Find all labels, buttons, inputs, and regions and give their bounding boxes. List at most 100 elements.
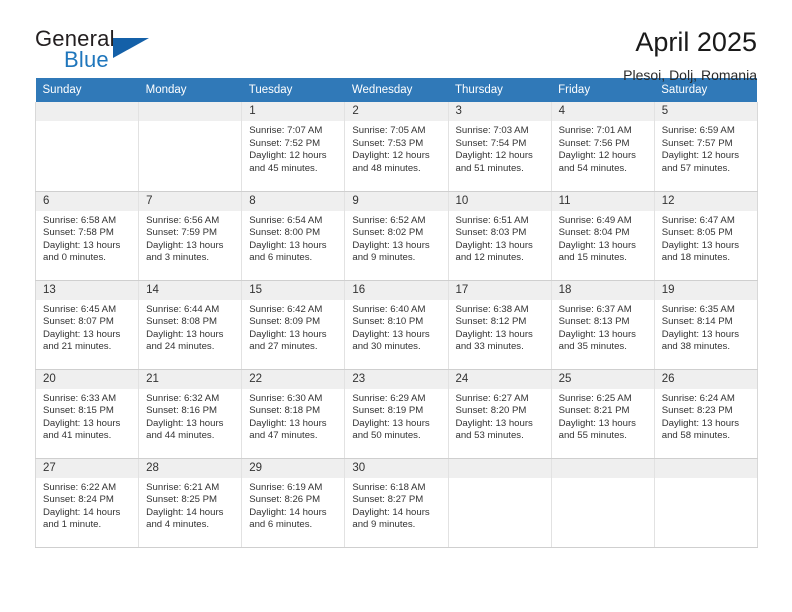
calendar-day-cell[interactable]: 6 Sunrise: 6:58 AM Sunset: 7:58 PM Daylight… — [34, 191, 140, 281]
day-detail-line: Sunset: 8:13 PM — [558, 316, 630, 328]
day-detail-line: and 57 minutes. — [661, 162, 731, 174]
day-details: Sunrise: 7:07 AM Sunset: 7:52 PM Daylight:… — [242, 121, 344, 175]
calendar-day-cell[interactable]: 14 Sunrise: 6:44 AM Sunset: 8:08 PM Dayligh… — [138, 280, 243, 370]
day-detail-line: Daylight: 13 hours — [146, 239, 224, 251]
day-detail-line: Sunset: 8:20 PM — [455, 405, 527, 417]
calendar-day-cell[interactable]: 30 Sunrise: 6:18 AM Sunset: 8:27 PM Dayligh… — [344, 458, 449, 548]
day-detail-line: and 18 minutes. — [661, 252, 731, 264]
calendar-day-cell[interactable]: 16 Sunrise: 6:40 AM Sunset: 8:10 PM Dayligh… — [344, 280, 449, 370]
calendar-day-cell[interactable]: 19 Sunrise: 6:35 AM Sunset: 8:14 PM Dayligh… — [653, 280, 758, 370]
day-detail-line: Daylight: 13 hours — [455, 417, 533, 429]
calendar-day-cell[interactable]: 23 Sunrise: 6:29 AM Sunset: 8:19 PM Dayligh… — [344, 369, 449, 459]
day-detail-line: and 35 minutes. — [558, 341, 627, 353]
calendar-day-cell[interactable]: 22 Sunrise: 6:30 AM Sunset: 8:18 PM Dayligh… — [241, 369, 346, 459]
day-cell-inner: 16 Sunrise: 6:40 AM Sunset: 8:10 PM Dayligh… — [345, 280, 448, 369]
calendar-day-cell[interactable]: 5 Sunrise: 6:59 AM Sunset: 7:57 PM Daylight… — [653, 102, 758, 192]
calendar-day-cell[interactable]: 3 Sunrise: 7:03 AM Sunset: 7:54 PM Daylight… — [447, 102, 552, 192]
calendar-day-cell[interactable]: 17 Sunrise: 6:38 AM Sunset: 8:12 PM Dayligh… — [447, 280, 552, 370]
day-detail-line: Sunset: 8:14 PM — [661, 316, 733, 328]
calendar-cell-empty — [550, 458, 655, 548]
calendar-table: Sunday Monday Tuesday Wednesday Thursday Frid… — [34, 78, 758, 548]
day-detail-line: and 47 minutes. — [249, 430, 318, 442]
day-number: 5 — [654, 102, 757, 121]
day-detail-line: Sunrise: 7:03 AM — [455, 125, 529, 136]
calendar-week-row: 20 Sunrise: 6:33 AM Sunset: 8:15 PM Dayligh… — [34, 369, 758, 459]
day-number: 1 — [242, 102, 345, 121]
day-detail-line: and 51 minutes. — [455, 162, 524, 174]
day-detail-line: Sunset: 7:56 PM — [558, 137, 630, 149]
day-number: 18 — [551, 280, 654, 300]
day-detail-line: Sunrise: 6:40 AM — [352, 303, 426, 315]
day-cell-inner: 25 Sunrise: 6:25 AM Sunset: 8:21 PM Dayligh… — [551, 369, 654, 458]
calendar-day-cell[interactable]: 29 Sunrise: 6:19 AM Sunset: 8:26 PM Dayligh… — [241, 458, 346, 548]
calendar-day-cell[interactable]: 18 Sunrise: 6:37 AM Sunset: 8:13 PM Dayligh… — [550, 280, 655, 370]
day-detail-line: and 33 minutes. — [455, 341, 524, 353]
calendar-cell-empty — [34, 102, 140, 192]
calendar-day-cell[interactable]: 20 Sunrise: 6:33 AM Sunset: 8:15 PM Dayligh… — [34, 369, 140, 459]
day-detail-line: Sunrise: 6:45 AM — [43, 303, 117, 315]
day-detail-line: Sunrise: 7:07 AM — [249, 125, 323, 136]
calendar-day-cell[interactable]: 15 Sunrise: 6:42 AM Sunset: 8:09 PM Dayligh… — [241, 280, 346, 370]
day-detail-line: Sunset: 8:23 PM — [661, 405, 733, 417]
calendar-day-cell[interactable]: 13 Sunrise: 6:45 AM Sunset: 8:07 PM Dayligh… — [34, 280, 140, 370]
day-number: 8 — [242, 191, 345, 211]
calendar-day-cell[interactable]: 7 Sunrise: 6:56 AM Sunset: 7:59 PM Daylight… — [138, 191, 243, 281]
day-detail-line: Daylight: 12 hours — [455, 150, 533, 162]
calendar-day-cell[interactable]: 24 Sunrise: 6:27 AM Sunset: 8:20 PM Dayligh… — [447, 369, 552, 459]
day-cell-inner: 13 Sunrise: 6:45 AM Sunset: 8:07 PM Dayligh… — [36, 280, 139, 369]
day-number: 11 — [551, 191, 654, 211]
day-details — [655, 478, 757, 482]
day-detail-line: and 58 minutes. — [661, 430, 731, 442]
day-detail-line: Daylight: 14 hours — [43, 506, 121, 518]
day-cell-inner: 11 Sunrise: 6:49 AM Sunset: 8:04 PM Dayligh… — [551, 191, 654, 280]
calendar-day-cell[interactable]: 2 Sunrise: 7:05 AM Sunset: 7:53 PM Daylight… — [344, 102, 449, 192]
calendar-day-cell[interactable]: 11 Sunrise: 6:49 AM Sunset: 8:04 PM Dayligh… — [550, 191, 655, 281]
day-detail-line: Sunset: 8:05 PM — [661, 227, 733, 239]
day-cell-inner: 26 Sunrise: 6:24 AM Sunset: 8:23 PM Dayligh… — [654, 369, 757, 458]
day-detail-line: Sunrise: 6:47 AM — [661, 214, 735, 226]
day-number: 3 — [448, 102, 551, 121]
location-subtitle: Plesoi, Dolj, Romania — [623, 66, 757, 83]
calendar-day-cell[interactable]: 26 Sunrise: 6:24 AM Sunset: 8:23 PM Dayligh… — [653, 369, 758, 459]
calendar-day-cell[interactable]: 27 Sunrise: 6:22 AM Sunset: 8:24 PM Dayligh… — [34, 458, 140, 548]
day-detail-line: and 44 minutes. — [146, 430, 215, 442]
day-cell-inner: 21 Sunrise: 6:32 AM Sunset: 8:16 PM Dayligh… — [139, 369, 242, 458]
day-number — [551, 458, 654, 478]
day-detail-line: Sunrise: 6:22 AM — [43, 481, 117, 493]
calendar-day-cell[interactable]: 10 Sunrise: 6:51 AM Sunset: 8:03 PM Dayligh… — [447, 191, 552, 281]
day-details — [36, 121, 138, 125]
day-cell-inner: 12 Sunrise: 6:47 AM Sunset: 8:05 PM Dayligh… — [654, 191, 757, 280]
calendar-day-cell[interactable]: 21 Sunrise: 6:32 AM Sunset: 8:16 PM Dayligh… — [138, 369, 243, 459]
day-number: 24 — [448, 369, 551, 389]
day-detail-line: Sunrise: 6:25 AM — [558, 392, 632, 404]
day-detail-line: Sunset: 7:53 PM — [352, 137, 424, 149]
calendar-day-cell[interactable]: 1 Sunrise: 7:07 AM Sunset: 7:52 PM Daylight… — [241, 102, 346, 192]
calendar-day-cell[interactable]: 9 Sunrise: 6:52 AM Sunset: 8:02 PM Daylight… — [344, 191, 449, 281]
day-details: Sunrise: 6:38 AM Sunset: 8:12 PM Daylight:… — [449, 300, 551, 354]
day-detail-line: Sunset: 8:26 PM — [249, 494, 321, 506]
day-detail-line: Daylight: 13 hours — [455, 328, 533, 340]
day-number: 30 — [345, 458, 448, 478]
day-detail-line: and 9 minutes. — [352, 519, 416, 531]
day-details: Sunrise: 6:37 AM Sunset: 8:13 PM Daylight:… — [552, 300, 654, 354]
day-cell-inner: 30 Sunrise: 6:18 AM Sunset: 8:27 PM Dayligh… — [345, 458, 448, 547]
day-detail-line: Sunset: 8:08 PM — [146, 316, 218, 328]
day-detail-line: Sunset: 8:18 PM — [249, 405, 321, 417]
calendar-day-cell[interactable]: 25 Sunrise: 6:25 AM Sunset: 8:21 PM Dayligh… — [550, 369, 655, 459]
day-detail-line: and 27 minutes. — [249, 341, 318, 353]
calendar-day-cell[interactable]: 28 Sunrise: 6:21 AM Sunset: 8:25 PM Dayligh… — [138, 458, 243, 548]
day-number — [654, 458, 757, 478]
calendar-day-cell[interactable]: 8 Sunrise: 6:54 AM Sunset: 8:00 PM Daylight… — [241, 191, 346, 281]
day-detail-line: Sunrise: 6:27 AM — [455, 392, 529, 404]
day-number: 20 — [36, 369, 139, 389]
day-cell-inner: 1 Sunrise: 7:07 AM Sunset: 7:52 PM Daylight… — [242, 102, 345, 191]
day-detail-line: Daylight: 12 hours — [661, 150, 740, 162]
day-cell-inner: 22 Sunrise: 6:30 AM Sunset: 8:18 PM Dayligh… — [242, 369, 345, 458]
day-detail-line: Sunset: 8:02 PM — [352, 227, 424, 239]
day-detail-line: and 9 minutes. — [352, 252, 416, 264]
day-number: 10 — [448, 191, 551, 211]
day-details: Sunrise: 6:54 AM Sunset: 8:00 PM Daylight:… — [242, 211, 344, 265]
day-number: 19 — [654, 280, 757, 300]
calendar-day-cell[interactable]: 12 Sunrise: 6:47 AM Sunset: 8:05 PM Dayligh… — [653, 191, 758, 281]
calendar-day-cell[interactable]: 4 Sunrise: 7:01 AM Sunset: 7:56 PM Daylight… — [550, 102, 655, 192]
